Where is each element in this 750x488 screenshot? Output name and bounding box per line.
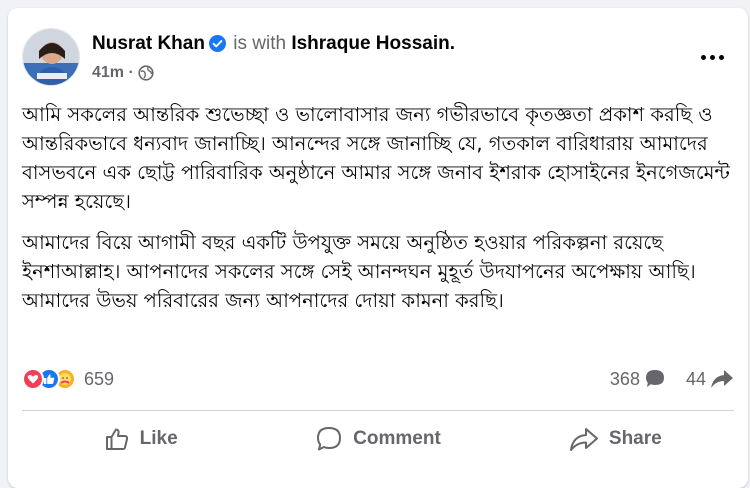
thumbs-up-icon <box>105 428 128 450</box>
comments-count: 368 <box>609 368 640 389</box>
shares-count-link[interactable]: 44 <box>686 368 734 390</box>
post-header: Nusrat Khan is with Ishraque Hossain. 41… <box>22 28 734 88</box>
post-author-line: Nusrat Khan is with Ishraque Hossain. <box>92 32 455 56</box>
author-name[interactable]: Nusrat Khan <box>92 33 205 54</box>
shares-count: 44 <box>685 368 706 389</box>
avatar[interactable] <box>22 28 80 86</box>
more-options-icon[interactable] <box>694 42 730 72</box>
share-label: Share <box>608 428 662 449</box>
reactions-summary[interactable]: 659 <box>22 368 114 390</box>
verified-badge-icon <box>208 35 226 52</box>
comment-button[interactable]: Comment <box>259 414 496 464</box>
post-actions: Like Comment Share <box>22 414 734 464</box>
comments-count-link[interactable]: 368 <box>610 368 666 390</box>
like-button[interactable]: Like <box>22 414 259 464</box>
post-body: আমি সকলের আন্তরিক শুভেচ্ছা ও ভালোবাসার জ… <box>22 100 734 327</box>
divider <box>22 410 734 411</box>
post-paragraph-1: আমি সকলের আন্তরিক শুভেচ্ছা ও ভালোবাসার জ… <box>22 103 730 213</box>
comment-label: Comment <box>353 428 441 449</box>
comment-bubble-icon <box>645 370 664 387</box>
with-text: is with <box>233 33 287 54</box>
share-icon <box>569 428 598 451</box>
comment-icon <box>317 427 342 451</box>
post-stats: 659 368 44 <box>22 364 734 394</box>
post-time[interactable]: 41m · <box>92 64 134 82</box>
post-paragraph-2: আমাদের বিয়ে আগামী বছর একটি উপযুক্ত সময়… <box>22 231 696 312</box>
tagged-person[interactable]: Ishraque Hossain. <box>291 33 455 54</box>
like-label: Like <box>139 428 178 449</box>
post-card: Nusrat Khan is with Ishraque Hossain. 41… <box>8 8 748 488</box>
reactions-count: 659 <box>84 368 115 389</box>
engagement-counts: 368 44 <box>610 368 734 390</box>
post-meta: 41m · <box>92 64 154 82</box>
share-button[interactable]: Share <box>497 414 734 464</box>
love-reaction-icon <box>22 368 44 390</box>
share-arrow-icon <box>711 370 733 388</box>
globe-icon <box>138 65 154 81</box>
